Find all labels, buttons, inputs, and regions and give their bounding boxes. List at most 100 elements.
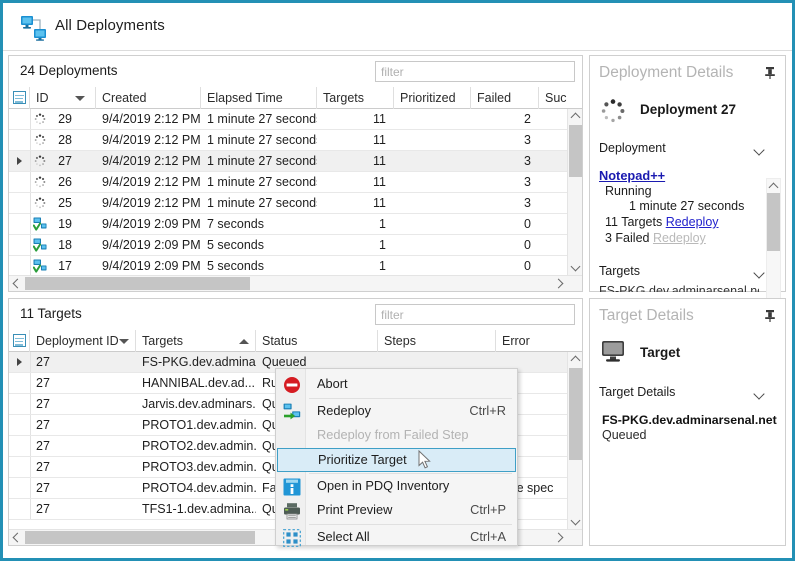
cell-success xyxy=(539,130,567,150)
column-header-elapsed-time[interactable]: Elapsed Time xyxy=(201,87,317,109)
targets-vertical-scrollbar[interactable] xyxy=(567,352,582,529)
table-row[interactable]: 27 9/4/2019 2:12 PM 1 minute 27 seconds 11 3 xyxy=(9,151,582,172)
cell-id: 17 xyxy=(58,259,72,273)
cell-prioritized xyxy=(394,130,471,150)
column-header-created[interactable]: Created xyxy=(96,87,201,109)
targets-section-header[interactable]: Targets xyxy=(599,264,765,284)
menu-item-label: Redeploy from Failed Step xyxy=(317,427,469,442)
deployment-section-header[interactable]: Deployment xyxy=(599,141,765,161)
column-header-prioritized[interactable]: Prioritized xyxy=(394,87,471,109)
menu-item-redeploy[interactable]: Redeploy Ctrl+R xyxy=(277,400,516,424)
cell-deployment_id: 27 xyxy=(36,439,50,453)
menu-item-print-preview[interactable]: Print Preview Ctrl+P xyxy=(277,499,516,523)
target-summary: FS-PKG.dev.adminarsenal.net Queued xyxy=(602,413,777,442)
cell-target: PROTO1.dev.admin... xyxy=(142,418,256,432)
table-row[interactable]: 17 9/4/2019 2:09 PM 5 seconds 1 0 xyxy=(9,256,582,277)
row-indicator xyxy=(9,478,31,498)
sort-descending-icon xyxy=(119,339,129,344)
scroll-left-arrow[interactable] xyxy=(9,276,24,291)
menu-item-open-in-pdq-inventory[interactable]: Open in PDQ Inventory xyxy=(277,475,516,499)
row-indicator xyxy=(9,151,31,171)
menu-item-label: Prioritize Target xyxy=(318,452,407,467)
cell-created: 9/4/2019 2:09 PM xyxy=(102,238,201,252)
chevron-down-icon xyxy=(753,388,765,400)
column-header-steps[interactable]: Steps xyxy=(378,330,496,352)
cell-prioritized xyxy=(394,214,471,234)
column-header-targets[interactable]: Targets xyxy=(136,330,256,352)
deployments-panel-header: 24 Deployments xyxy=(9,56,582,88)
cell-created: 9/4/2019 2:09 PM xyxy=(102,259,201,273)
target-details-title: Target Details xyxy=(599,307,694,324)
scroll-down-arrow[interactable] xyxy=(568,514,582,529)
row-indicator xyxy=(9,457,31,477)
row-indicator xyxy=(9,436,31,456)
targets-filter-input[interactable] xyxy=(375,304,575,325)
cell-targets: 1 xyxy=(379,259,386,273)
menu-separator xyxy=(309,524,512,525)
scroll-up-arrow[interactable] xyxy=(568,109,582,124)
dd-scroll-thumb[interactable] xyxy=(767,193,780,251)
cell-target: PROTO2.dev.admin... xyxy=(142,439,256,453)
target-details-section-label: Target Details xyxy=(599,385,676,399)
target-details-section-header[interactable]: Target Details xyxy=(599,385,765,405)
cell-elapsed: 5 seconds xyxy=(207,238,264,252)
pin-icon[interactable] xyxy=(764,66,776,79)
deployment-details-hero: Deployment 27 xyxy=(600,96,777,126)
deployments-hscroll-thumb[interactable] xyxy=(25,277,250,290)
deployments-horizontal-scrollbar[interactable] xyxy=(9,275,582,291)
targets-panel-header: 11 Targets xyxy=(9,299,582,331)
cell-id: 28 xyxy=(58,133,72,147)
scroll-down-arrow[interactable] xyxy=(568,260,582,275)
table-row[interactable]: 19 9/4/2019 2:09 PM 7 seconds 1 0 xyxy=(9,214,582,235)
menu-item-prioritize-target[interactable]: Prioritize Target xyxy=(277,448,516,472)
scroll-up-arrow[interactable] xyxy=(568,352,582,367)
column-header-failed[interactable]: Failed xyxy=(471,87,539,109)
column-header-error[interactable]: Error xyxy=(496,330,567,352)
page-title: All Deployments xyxy=(55,17,165,34)
menu-item-select-all[interactable]: Select All Ctrl+A xyxy=(277,526,516,550)
scroll-right-arrow[interactable] xyxy=(552,276,567,291)
package-link[interactable]: Notepad++ xyxy=(599,168,749,183)
targets-count: 11 Targets xyxy=(20,306,82,321)
deployment-targets-count: 11 Targets xyxy=(605,215,663,229)
column-header-success[interactable]: Suc xyxy=(539,87,567,109)
cell-prioritized xyxy=(394,193,471,213)
spinner-icon xyxy=(600,98,626,127)
table-row[interactable]: 29 9/4/2019 2:12 PM 1 minute 27 seconds 11 2 xyxy=(9,109,582,130)
targets-redeploy-link[interactable]: Redeploy xyxy=(666,215,719,229)
targets-scroll-thumb[interactable] xyxy=(569,368,582,460)
column-header-deployment-id[interactable]: Deployment ID xyxy=(30,330,136,352)
cell-targets: 11 xyxy=(373,175,386,189)
table-row[interactable]: 18 9/4/2019 2:09 PM 5 seconds 1 0 xyxy=(9,235,582,256)
column-header-deployment-id-label: Deployment ID xyxy=(36,334,119,348)
table-row[interactable]: 28 9/4/2019 2:12 PM 1 minute 27 seconds 11 3 xyxy=(9,130,582,151)
menu-item-label: Select All xyxy=(317,529,370,544)
pin-icon[interactable] xyxy=(764,309,776,322)
scroll-left-arrow[interactable] xyxy=(9,530,24,545)
cell-success xyxy=(539,193,567,213)
menu-item-shortcut: Ctrl+A xyxy=(470,529,506,544)
deployments-rows: 29 9/4/2019 2:12 PM 1 minute 27 seconds 11 2… xyxy=(9,109,582,291)
table-row[interactable]: 25 9/4/2019 2:12 PM 1 minute 27 seconds 11 3 xyxy=(9,193,582,214)
target-details-hero-label: Target xyxy=(640,345,681,360)
scroll-right-arrow[interactable] xyxy=(552,530,567,545)
column-header-targets[interactable]: Targets xyxy=(317,87,394,109)
targets-hscroll-thumb[interactable] xyxy=(25,531,255,544)
menu-item-abort[interactable]: Abort xyxy=(277,373,516,397)
target-details-panel: Target Details Target Target Details FS-… xyxy=(589,298,786,546)
table-row[interactable]: 26 9/4/2019 2:12 PM 1 minute 27 seconds 11 3 xyxy=(9,172,582,193)
targets-grid-corner[interactable] xyxy=(9,330,30,352)
deployments-filter-input[interactable] xyxy=(375,61,575,82)
deployments-grid-corner[interactable] xyxy=(9,87,30,109)
cell-failed: 0 xyxy=(524,217,531,231)
column-header-status[interactable]: Status xyxy=(256,330,378,352)
cell-failed: 2 xyxy=(524,112,531,126)
cell-deployment_id: 27 xyxy=(36,355,50,369)
deployment-section-label: Deployment xyxy=(599,141,666,155)
scroll-up-arrow[interactable] xyxy=(767,179,780,193)
sort-descending-icon xyxy=(75,96,85,101)
deployments-scroll-thumb[interactable] xyxy=(569,125,582,177)
target-name: FS-PKG.dev.adminarsenal.net xyxy=(602,413,777,427)
deployments-vertical-scrollbar[interactable] xyxy=(567,109,582,275)
column-header-id[interactable]: ID xyxy=(30,87,96,109)
